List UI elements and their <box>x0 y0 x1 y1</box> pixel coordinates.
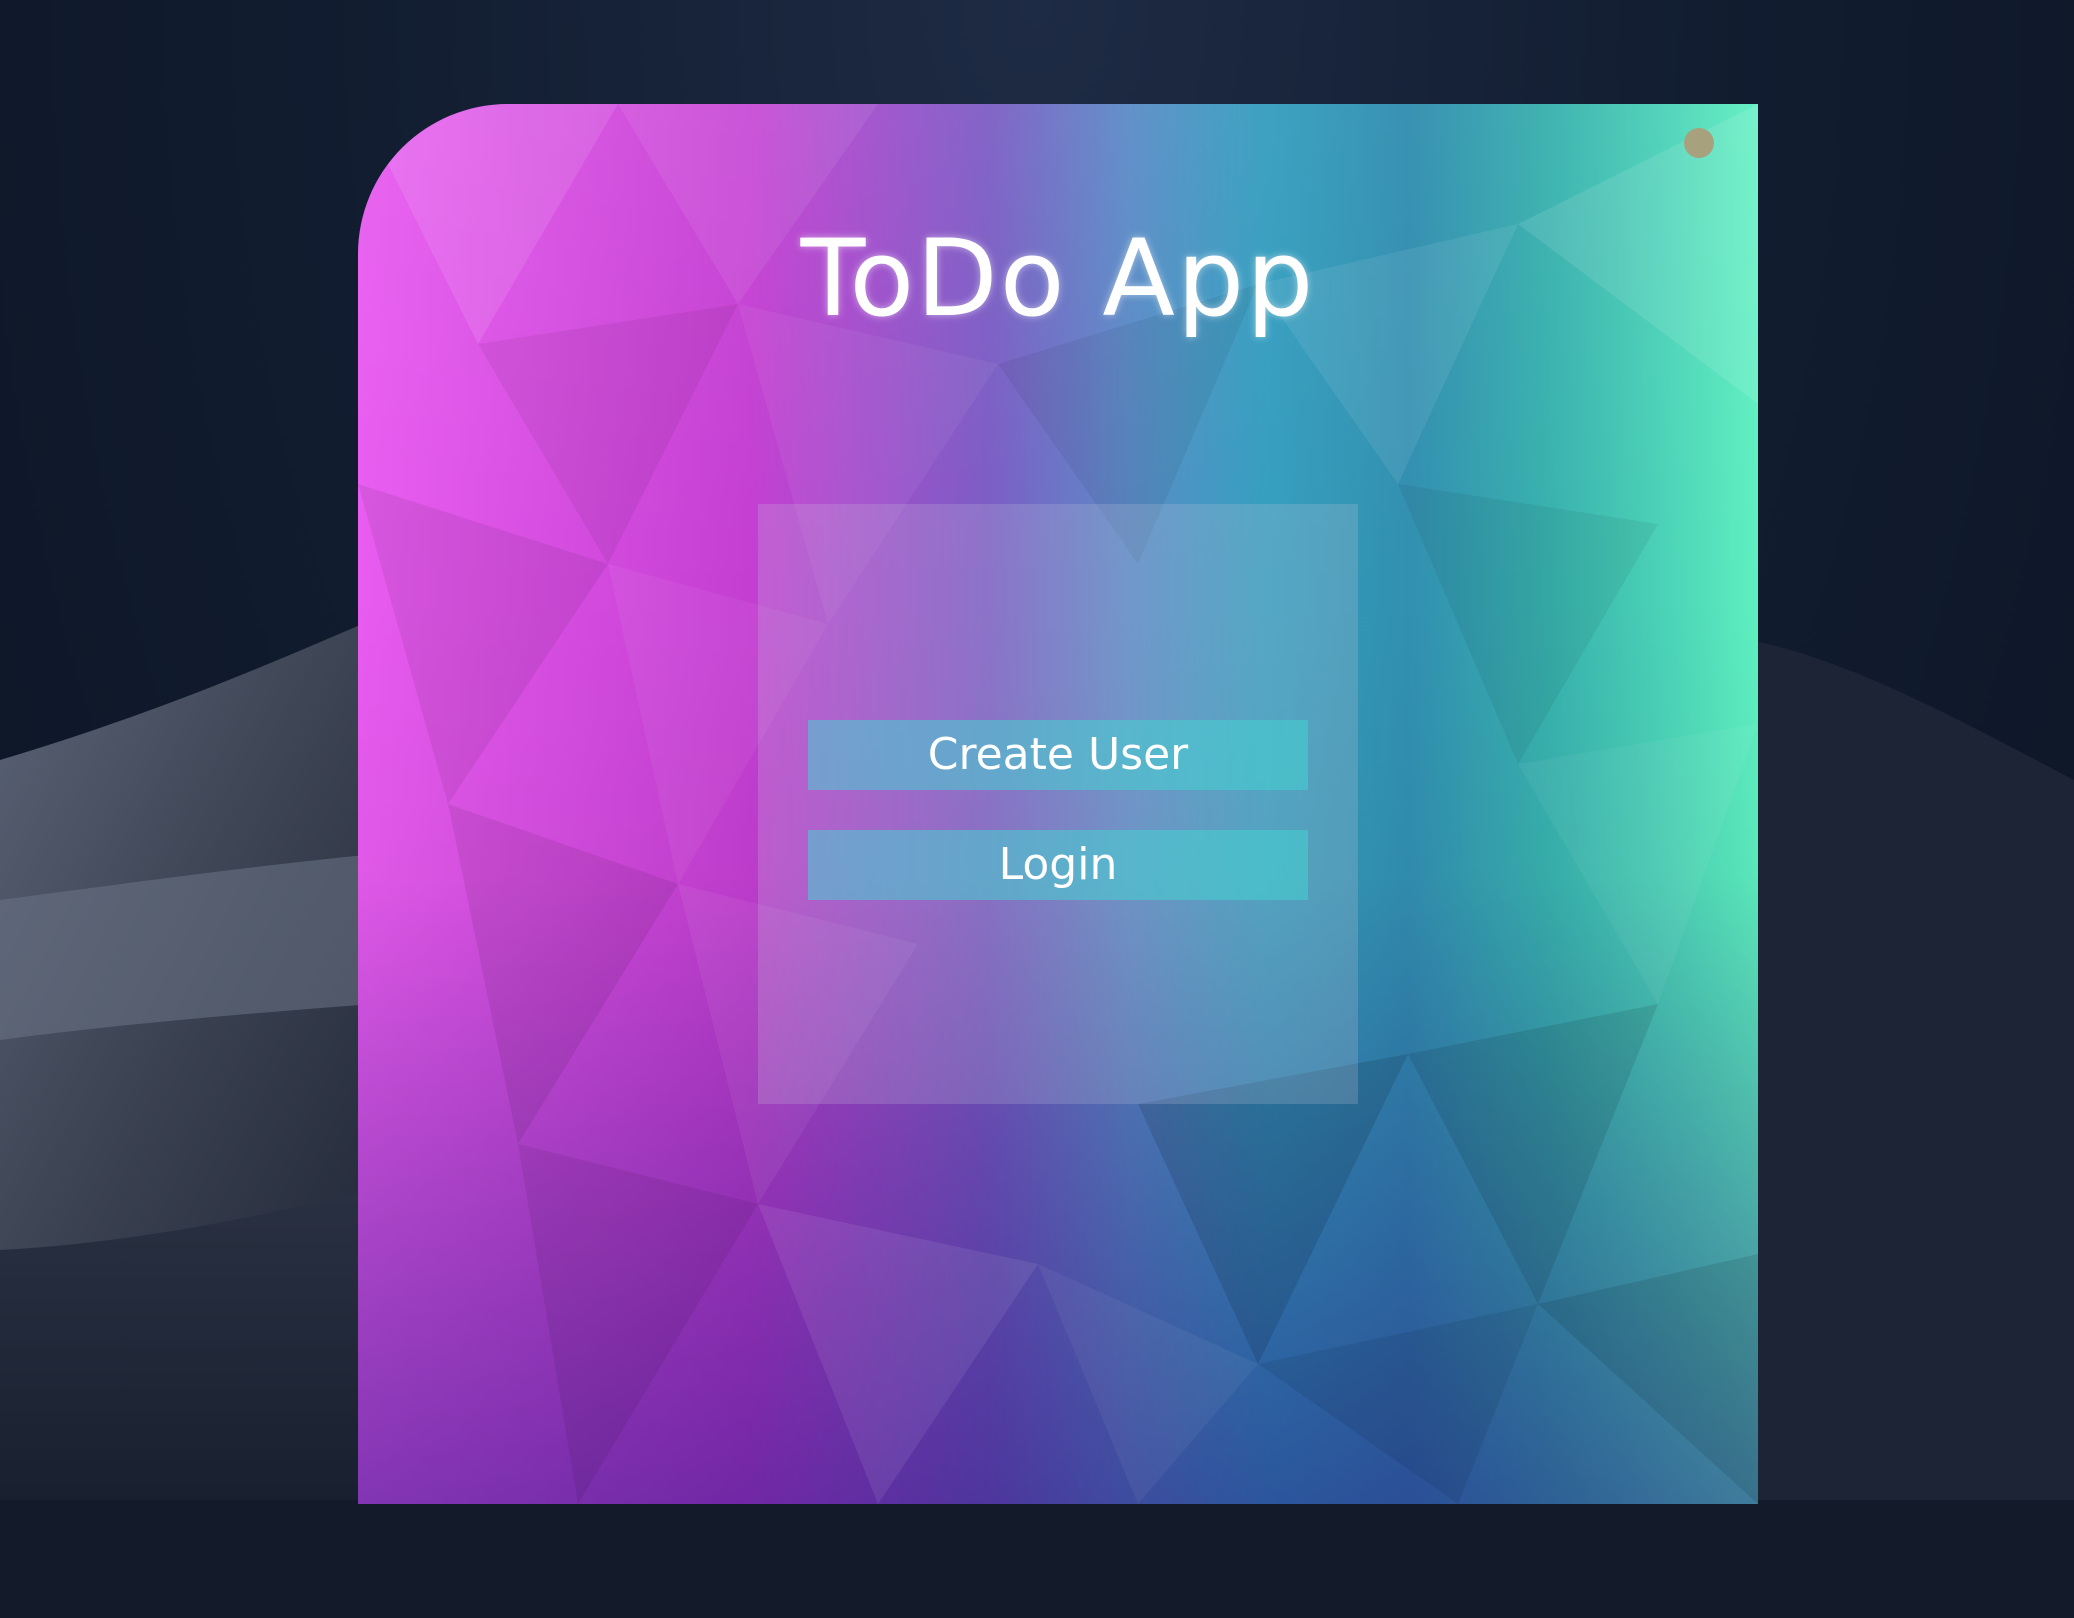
login-panel: Create User Login <box>758 504 1358 1104</box>
create-user-button[interactable]: Create User <box>808 720 1308 790</box>
login-button[interactable]: Login <box>808 830 1308 900</box>
close-dot-icon[interactable] <box>1684 128 1714 158</box>
app-title: ToDo App <box>800 217 1316 340</box>
app-window: ToDo App Create User Login <box>358 104 1758 1504</box>
